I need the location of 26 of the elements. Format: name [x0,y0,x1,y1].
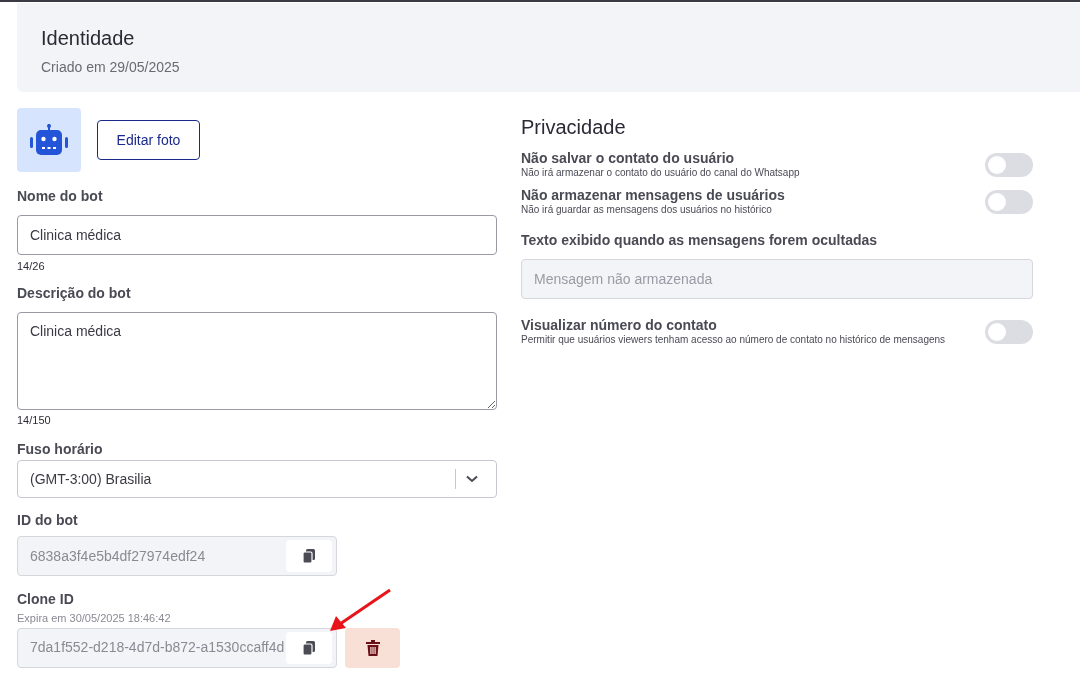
name-field[interactable]: Clinica médica [17,215,497,255]
setting-description: Permitir que usuários viewers tenham acesso ao número de contato no histórico de mensagens [521,333,946,346]
section-title: Privacidade [521,115,627,140]
setting-label: Não salvar o contato do usuário [521,150,736,166]
character-counter: 14/150 [17,412,52,428]
field-label: Clone ID [17,590,75,609]
setting-label: Visualizar número do contato [521,317,718,333]
id-value: 6838a3f4e5b4df27974edf24 [30,546,206,566]
field-label: ID do bot [17,511,79,530]
expiry-text: Expira em 30/05/2025 18:46:42 [17,611,172,626]
field-label: Texto exibido quando as mensagens forem ocultadas [521,231,879,250]
field-label: Nome do bot [17,187,104,206]
description-field[interactable]: Clinica médica [17,311,497,410]
field-label: Descrição do bot [17,283,132,303]
character-counter: 14/26 [17,259,46,274]
id-value: 7da1f552-d218-4d7d-b872-a1530ccaff4d [30,638,285,657]
timezone-value: (GMT-3:00) Brasilia [30,469,153,489]
created-date: Criado em 29/05/2025 [41,58,181,77]
hidden-message-field[interactable]: Mensagem não armazenada [521,259,1033,299]
setting-description: Não irá guardar as mensagens dos usuários no histórico [521,203,773,216]
setting-description: Não irá armazenar o contato do usuário do canal do Whatsapp [521,166,800,179]
field-label: Fuso horário [17,440,104,459]
edit-photo-button[interactable]: Editar foto [97,120,200,160]
page-title: Identidade [41,26,136,51]
timezone-select[interactable]: (GMT-3:00) Brasilia [17,460,497,498]
setting-label: Não armazenar mensagens de usuários [521,187,785,203]
